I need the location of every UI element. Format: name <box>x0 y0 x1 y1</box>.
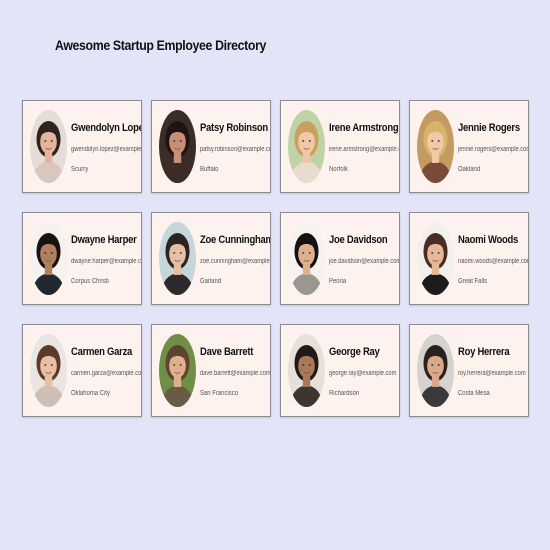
employee-info: Dwayne Harper dwayne.harper@example.com … <box>71 233 142 286</box>
employee-card[interactable]: George Ray george.ray@example.com Richar… <box>280 324 400 417</box>
page-title: Awesome Startup Employee Directory <box>55 37 267 53</box>
employee-email: dave.barrett@example.com <box>200 370 271 377</box>
employee-name: Joe Davidson <box>329 234 388 246</box>
employee-email: gwendolyn.lopez@example.com <box>71 146 142 153</box>
employee-email: jennie.rogers@example.com <box>458 146 529 153</box>
employee-info: Naomi Woods naomi.woods@example.com Grea… <box>458 233 529 286</box>
avatar <box>288 110 325 183</box>
employee-info: Irene Armstrong irene.armstrong@example.… <box>329 121 399 174</box>
employee-email: naomi.woods@example.com <box>458 258 529 265</box>
employee-city: Corpus Christi <box>71 278 109 285</box>
portrait-icon <box>417 334 454 407</box>
avatar <box>159 334 196 407</box>
employee-city: Great Falls <box>458 278 488 285</box>
employee-card[interactable]: Naomi Woods naomi.woods@example.com Grea… <box>409 212 529 305</box>
employee-name: Dave Barrett <box>200 346 254 358</box>
employee-info: Roy Herrera roy.herrera@example.com Cost… <box>458 345 526 398</box>
avatar <box>288 334 325 407</box>
portrait-icon <box>30 334 67 407</box>
employee-info: Gwendolyn Lopez gwendolyn.lopez@example.… <box>71 121 142 174</box>
employee-city: San Francisco <box>200 390 239 397</box>
employee-name: George Ray <box>329 346 380 358</box>
employee-email: irene.armstrong@example.com <box>329 146 399 153</box>
employee-info: Dave Barrett dave.barrett@example.com Sa… <box>200 345 271 398</box>
employee-email: dwayne.harper@example.com <box>71 258 142 265</box>
employee-card[interactable]: Gwendolyn Lopez gwendolyn.lopez@example.… <box>22 100 142 193</box>
employee-info: Joe Davidson joe.davidson@example.com Pe… <box>329 233 400 286</box>
employee-name: Naomi Woods <box>458 234 519 246</box>
employee-info: Zoe Cunningham zoe.cunningham@example.co… <box>200 233 271 286</box>
employee-card[interactable]: Patsy Robinson patsy.robinson@example.co… <box>151 100 271 193</box>
employee-grid: Gwendolyn Lopez gwendolyn.lopez@example.… <box>22 100 529 417</box>
employee-city: Scurry <box>71 166 89 173</box>
employee-info: Jennie Rogers jennie.rogers@example.com … <box>458 121 529 174</box>
employee-name: Jennie Rogers <box>458 122 520 134</box>
employee-name: Carmen Garza <box>71 346 133 358</box>
employee-city: Garland <box>200 278 222 285</box>
employee-name: Dwayne Harper <box>71 234 137 246</box>
employee-city: Norfolk <box>329 166 348 173</box>
employee-info: Carmen Garza carmen.garza@example.com Ok… <box>71 345 142 398</box>
employee-name: Irene Armstrong <box>329 122 399 134</box>
employee-card[interactable]: Jennie Rogers jennie.rogers@example.com … <box>409 100 529 193</box>
employee-email: joe.davidson@example.com <box>329 258 400 265</box>
employee-card[interactable]: Dwayne Harper dwayne.harper@example.com … <box>22 212 142 305</box>
portrait-icon <box>159 334 196 407</box>
portrait-icon <box>417 222 454 295</box>
employee-city: Peoria <box>329 278 347 285</box>
employee-email: roy.herrera@example.com <box>458 370 526 377</box>
avatar <box>159 222 196 295</box>
portrait-icon <box>159 222 196 295</box>
employee-email: george.ray@example.com <box>329 370 397 377</box>
avatar <box>159 110 196 183</box>
portrait-icon <box>288 222 325 295</box>
employee-name: Roy Herrera <box>458 346 510 358</box>
employee-email: carmen.garza@example.com <box>71 370 142 377</box>
portrait-icon <box>288 334 325 407</box>
avatar <box>30 110 67 183</box>
portrait-icon <box>288 110 325 183</box>
employee-card[interactable]: Zoe Cunningham zoe.cunningham@example.co… <box>151 212 271 305</box>
employee-city: Richardson <box>329 390 360 397</box>
employee-name: Patsy Robinson <box>200 122 268 134</box>
portrait-icon <box>30 110 67 183</box>
employee-city: Oakland <box>458 166 481 173</box>
avatar <box>417 222 454 295</box>
employee-card[interactable]: Irene Armstrong irene.armstrong@example.… <box>280 100 400 193</box>
avatar <box>288 222 325 295</box>
employee-email: zoe.cunningham@example.com <box>200 258 270 265</box>
employee-card[interactable]: Joe Davidson joe.davidson@example.com Pe… <box>280 212 400 305</box>
employee-card[interactable]: Carmen Garza carmen.garza@example.com Ok… <box>22 324 142 417</box>
employee-card[interactable]: Roy Herrera roy.herrera@example.com Cost… <box>409 324 529 417</box>
employee-name: Zoe Cunningham <box>200 234 271 246</box>
avatar <box>417 110 454 183</box>
portrait-icon <box>30 222 67 295</box>
employee-city: Oklahoma City <box>71 390 111 397</box>
avatar <box>30 222 67 295</box>
employee-info: George Ray george.ray@example.com Richar… <box>329 345 397 398</box>
employee-card[interactable]: Dave Barrett dave.barrett@example.com Sa… <box>151 324 271 417</box>
employee-city: Buffalo <box>200 166 219 173</box>
employee-email: patsy.robinson@example.com <box>200 146 271 153</box>
employee-info: Patsy Robinson patsy.robinson@example.co… <box>200 121 271 174</box>
portrait-icon <box>417 110 454 183</box>
avatar <box>417 334 454 407</box>
employee-name: Gwendolyn Lopez <box>71 122 142 134</box>
avatar <box>30 334 67 407</box>
portrait-icon <box>159 110 196 183</box>
employee-city: Costa Mesa <box>458 390 490 397</box>
